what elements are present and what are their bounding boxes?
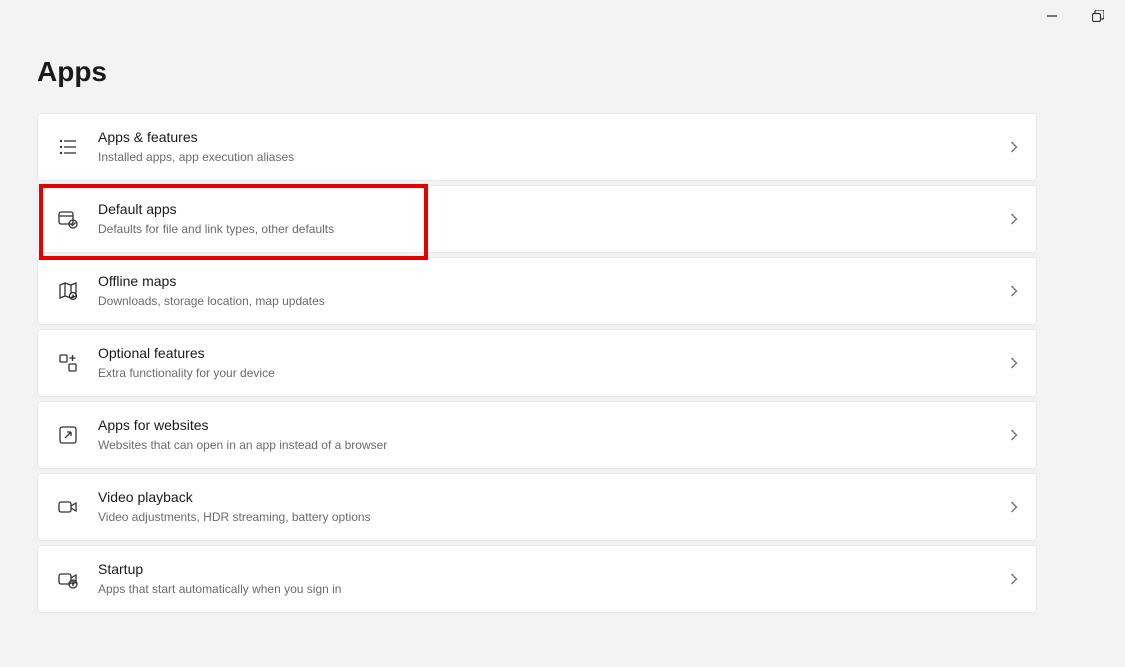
chevron-right-icon [1008, 573, 1020, 585]
default-apps-icon [56, 207, 80, 231]
item-desc: Downloads, storage location, map updates [98, 293, 1008, 310]
minimize-button[interactable] [1029, 6, 1075, 26]
item-title: Startup [98, 560, 1008, 580]
startup-icon [56, 567, 80, 591]
chevron-right-icon [1008, 213, 1020, 225]
offline-maps-icon [56, 279, 80, 303]
item-desc: Websites that can open in an app instead… [98, 437, 1008, 454]
maximize-button[interactable] [1075, 6, 1121, 26]
settings-item-video-playback[interactable]: Video playback Video adjustments, HDR st… [37, 473, 1037, 541]
item-desc: Installed apps, app execution aliases [98, 149, 1008, 166]
settings-item-default-apps[interactable]: Default apps Defaults for file and link … [37, 185, 1037, 253]
item-title: Optional features [98, 344, 1008, 364]
video-playback-icon [56, 495, 80, 519]
item-title: Offline maps [98, 272, 1008, 292]
item-title: Video playback [98, 488, 1008, 508]
item-desc: Video adjustments, HDR streaming, batter… [98, 509, 1008, 526]
chevron-right-icon [1008, 357, 1020, 369]
settings-list: Apps & features Installed apps, app exec… [37, 113, 1037, 613]
chevron-right-icon [1008, 141, 1020, 153]
chevron-right-icon [1008, 285, 1020, 297]
apps-websites-icon [56, 423, 80, 447]
apps-features-icon [56, 135, 80, 159]
chevron-right-icon [1008, 501, 1020, 513]
item-title: Apps for websites [98, 416, 1008, 436]
settings-item-apps-features[interactable]: Apps & features Installed apps, app exec… [37, 113, 1037, 181]
item-desc: Apps that start automatically when you s… [98, 581, 1008, 598]
settings-item-startup[interactable]: Startup Apps that start automatically wh… [37, 545, 1037, 613]
item-desc: Extra functionality for your device [98, 365, 1008, 382]
settings-item-offline-maps[interactable]: Offline maps Downloads, storage location… [37, 257, 1037, 325]
item-title: Apps & features [98, 128, 1008, 148]
settings-item-apps-websites[interactable]: Apps for websites Websites that can open… [37, 401, 1037, 469]
window-controls [1029, 6, 1121, 26]
settings-item-optional-features[interactable]: Optional features Extra functionality fo… [37, 329, 1037, 397]
item-desc: Defaults for file and link types, other … [98, 221, 1008, 238]
chevron-right-icon [1008, 429, 1020, 441]
optional-features-icon [56, 351, 80, 375]
page-title: Apps [37, 56, 107, 88]
item-title: Default apps [98, 200, 1008, 220]
